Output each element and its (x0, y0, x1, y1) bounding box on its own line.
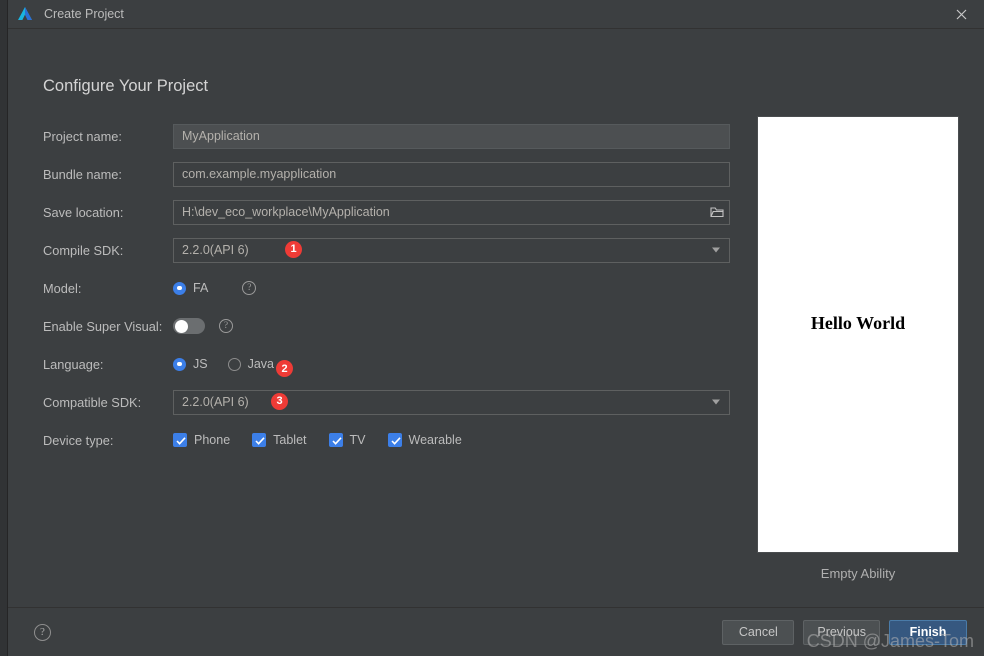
language-option-js-label: JS (193, 357, 208, 371)
row-device-type: Device type: Phone Tablet TV Wearable (43, 421, 733, 459)
folder-open-icon[interactable] (710, 206, 724, 219)
device-option-wearable[interactable]: Wearable (387, 433, 462, 447)
footer-button-group: Cancel Previous Finish (722, 619, 967, 645)
annotation-badge-2: 2 (276, 360, 293, 377)
row-project-name: Project name: MyApplication (43, 117, 733, 155)
checkbox-phone[interactable] (173, 433, 187, 447)
checkbox-wearable[interactable] (387, 433, 402, 447)
compatible-sdk-label: Compatible SDK: (43, 394, 142, 410)
device-option-tv[interactable]: TV (328, 433, 366, 447)
finish-button[interactable]: Finish (889, 619, 967, 645)
preview-caption: Empty Ability (820, 566, 896, 581)
row-bundle-name: Bundle name: com.example.myapplication (43, 155, 733, 193)
radio-js[interactable] (173, 357, 186, 371)
compile-sdk-label: Compile SDK: (43, 242, 124, 258)
page-title: Configure Your Project (43, 77, 209, 95)
device-type-label: Device type: (43, 432, 114, 448)
compile-sdk-value: 2.2.0(API 6) (182, 243, 249, 257)
preview-screen: Hello World (758, 117, 958, 552)
device-option-tv-label: TV (349, 433, 366, 447)
toggle-knob (174, 319, 188, 333)
background-window-strip (0, 0, 8, 656)
enable-super-visual-label: Enable Super Visual: (43, 318, 163, 334)
row-language: Language: JS Java 2 (43, 345, 733, 383)
radio-fa[interactable] (173, 281, 186, 295)
language-option-js[interactable]: JS (173, 357, 208, 371)
row-compatible-sdk: Compatible SDK: 2.2.0(API 6) 3 (43, 383, 733, 421)
language-option-java[interactable]: Java (227, 357, 274, 371)
chevron-down-icon (712, 399, 720, 405)
chevron-down-icon (712, 247, 720, 253)
checkbox-tv[interactable] (328, 433, 343, 447)
previous-button[interactable]: Previous (803, 619, 880, 645)
deveco-logo-icon (18, 7, 32, 20)
row-compile-sdk: Compile SDK: 2.2.0(API 6) 1 (43, 231, 733, 269)
device-option-phone[interactable]: Phone (173, 433, 230, 447)
save-location-input[interactable]: H:\dev_eco_workplace\MyApplication (173, 199, 730, 225)
device-option-tablet-label: Tablet (273, 433, 307, 447)
dialog-title-bar: Create Project (8, 0, 984, 29)
model-option-fa-label: FA (193, 281, 209, 295)
template-preview-panel: Hello World Empty Ability (758, 117, 958, 581)
dialog-body: Configure Your Project Project name: MyA… (8, 29, 984, 607)
save-location-label: Save location: (43, 204, 124, 220)
language-option-java-label: Java (247, 357, 274, 371)
bundle-name-input[interactable]: com.example.myapplication (173, 161, 730, 187)
model-option-fa[interactable]: FA (173, 281, 208, 295)
row-enable-super-visual: Enable Super Visual: ? (43, 307, 733, 345)
compatible-sdk-value: 2.2.0(API 6) (182, 395, 249, 409)
device-option-phone-label: Phone (194, 433, 231, 447)
radio-java[interactable] (227, 357, 241, 371)
language-label: Language: (43, 356, 104, 372)
dialog-footer: ? Cancel Previous Finish CSDN @James-Tom (8, 607, 984, 656)
close-icon[interactable] (938, 0, 984, 29)
model-label: Model: (43, 280, 82, 296)
compatible-sdk-select[interactable]: 2.2.0(API 6) (173, 389, 730, 415)
model-help-icon[interactable]: ? (242, 281, 257, 295)
project-name-input[interactable]: MyApplication (173, 123, 730, 149)
create-project-dialog: Create Project Configure Your Project Pr… (8, 0, 984, 656)
compile-sdk-select[interactable]: 2.2.0(API 6) (173, 237, 730, 263)
enable-super-visual-toggle[interactable] (173, 318, 205, 334)
dialog-title: Create Project (44, 7, 124, 21)
cancel-button[interactable]: Cancel (722, 619, 795, 645)
project-config-form: Project name: MyApplication Bundle name:… (43, 117, 733, 459)
device-option-tablet[interactable]: Tablet (252, 433, 307, 447)
checkbox-tablet[interactable] (252, 433, 267, 447)
row-model: Model: FA ? (43, 269, 733, 307)
enable-super-visual-help-icon[interactable]: ? (219, 319, 233, 333)
bundle-name-label: Bundle name: (43, 166, 122, 182)
row-save-location: Save location: H:\dev_eco_workplace\MyAp… (43, 193, 733, 231)
preview-hello-world-text: Hello World (810, 313, 906, 333)
footer-help-icon[interactable]: ? (34, 623, 51, 641)
project-name-label: Project name: (43, 128, 122, 144)
device-option-wearable-label: Wearable (408, 433, 462, 447)
